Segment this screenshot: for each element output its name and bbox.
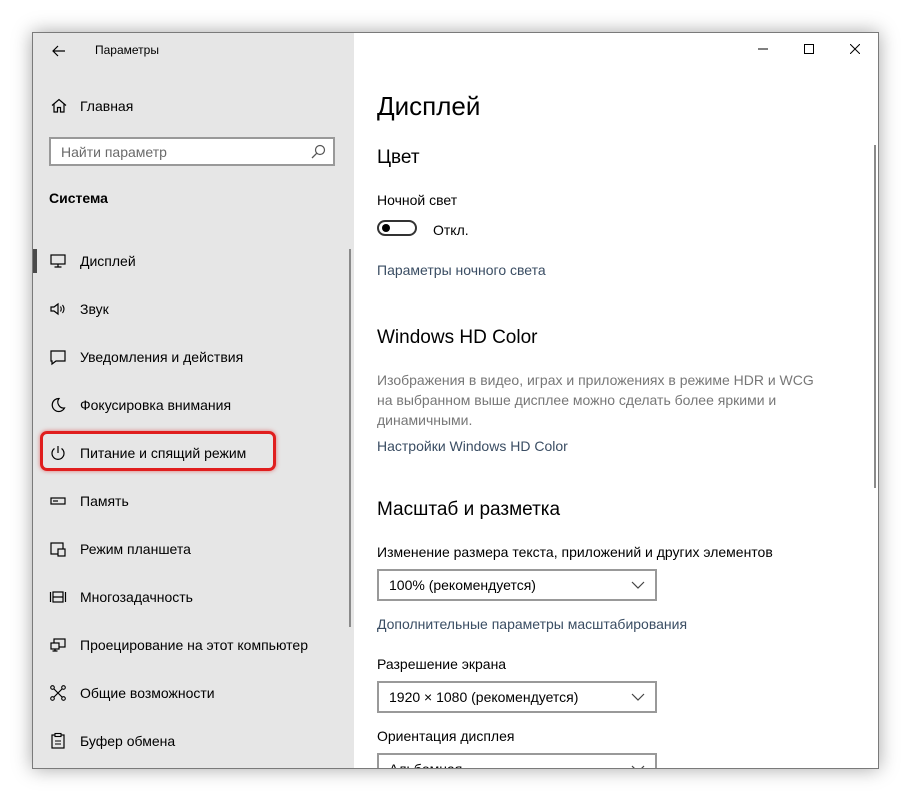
clipboard-icon	[51, 732, 65, 749]
color-heading: Цвет	[377, 147, 420, 168]
hd-color-description: Изображения в видео, играх и приложениях…	[377, 372, 814, 428]
resolution-value: 1920 × 1080 (рекомендуется)	[389, 689, 579, 705]
toggle-knob	[382, 224, 390, 232]
sidebar-item-label: Звук	[80, 301, 109, 317]
minimize-icon	[758, 48, 768, 50]
sidebar-item-storage[interactable]: Память	[33, 477, 354, 525]
sidebar-item-projecting[interactable]: Проецирование на этот компьютер	[33, 621, 354, 669]
night-light-label: Ночной свет	[377, 192, 458, 208]
resolution-dropdown[interactable]: 1920 × 1080 (рекомендуется)	[377, 681, 657, 713]
chevron-down-icon	[631, 693, 645, 701]
size-label: Изменение размера текста, приложений и д…	[377, 544, 773, 560]
home-nav-item[interactable]: Главная	[33, 93, 354, 119]
monitor-icon	[50, 254, 66, 268]
sidebar-item-display[interactable]: Дисплей	[33, 237, 354, 285]
sidebar-item-label: Режим планшета	[80, 541, 191, 557]
chevron-down-icon	[631, 765, 645, 768]
orientation-value: Альбомная	[389, 761, 463, 769]
notification-icon	[50, 350, 66, 366]
search-placeholder: Найти параметр	[61, 143, 167, 160]
close-icon	[850, 44, 860, 54]
scale-heading: Масштаб и разметка	[377, 499, 561, 520]
home-label: Главная	[80, 98, 134, 114]
sidebar-item-label: Дисплей	[80, 253, 136, 269]
search-field[interactable]: Найти параметр	[49, 137, 335, 166]
advanced-scaling-link[interactable]: Дополнительные параметры масштабирования	[377, 616, 687, 632]
sidebar-item-sound[interactable]: Звук	[33, 285, 354, 333]
maximize-button[interactable]	[786, 33, 832, 65]
sidebar-item-label: Память	[80, 493, 129, 509]
multitasking-icon	[49, 591, 67, 603]
orientation-label: Ориентация дисплея	[377, 728, 515, 744]
sidebar-item-label: Общие возможности	[80, 685, 215, 701]
maximize-icon	[804, 44, 814, 54]
highlight-annotation	[40, 431, 276, 471]
window-controls	[740, 33, 878, 65]
search-icon	[311, 144, 326, 158]
scale-dropdown[interactable]: 100% (рекомендуется)	[377, 569, 657, 601]
sidebar-item-shared-experiences[interactable]: Общие возможности	[33, 669, 354, 717]
sidebar-item-label: Проецирование на этот компьютер	[80, 637, 308, 653]
sidebar-item-multitasking[interactable]: Многозадачность	[33, 573, 354, 621]
sidebar-item-label: Многозадачность	[80, 589, 193, 605]
hd-color-heading: Windows HD Color	[377, 327, 538, 348]
sidebar-scrollbar[interactable]	[349, 249, 351, 627]
night-light-toggle[interactable]	[377, 220, 417, 236]
orientation-dropdown[interactable]: Альбомная	[377, 753, 657, 769]
sidebar-item-label: Буфер обмена	[80, 733, 176, 749]
moon-icon	[51, 397, 66, 413]
storage-icon	[50, 497, 66, 505]
chevron-down-icon	[631, 581, 645, 589]
minimize-button[interactable]	[740, 33, 786, 65]
sidebar-item-clipboard[interactable]: Буфер обмена	[33, 717, 354, 765]
resolution-label: Разрешение экрана	[377, 656, 507, 672]
close-button[interactable]	[832, 33, 878, 65]
app-title: Параметры	[95, 43, 159, 57]
page-title: Дисплей	[377, 91, 481, 121]
back-button[interactable]	[47, 39, 71, 63]
tablet-icon	[50, 542, 66, 557]
sidebar-item-focus-assist[interactable]: Фокусировка внимания	[33, 381, 354, 429]
sidebar-item-tablet-mode[interactable]: Режим планшета	[33, 525, 354, 573]
sidebar-nav: Дисплей Звук Уведомления и действия Фоку…	[33, 237, 354, 765]
section-title: Система	[49, 190, 108, 206]
projecting-icon	[50, 638, 66, 652]
main-scrollbar[interactable]	[874, 145, 876, 488]
sidebar-item-notifications[interactable]: Уведомления и действия	[33, 333, 354, 381]
back-arrow-icon	[52, 45, 65, 57]
home-icon	[51, 98, 67, 113]
sidebar: Параметры Главная Найти параметр Система…	[33, 33, 354, 768]
settings-window: Параметры Главная Найти параметр Система…	[32, 32, 879, 769]
scale-value: 100% (рекомендуется)	[389, 577, 536, 593]
shared-experiences-icon	[50, 685, 66, 701]
night-light-settings-link[interactable]: Параметры ночного света	[377, 262, 546, 278]
sidebar-item-label: Фокусировка внимания	[80, 397, 232, 413]
main-content: Дисплей Цвет Ночной свет Откл. Параметры…	[354, 33, 878, 768]
toggle-state-label: Откл.	[433, 222, 469, 238]
speaker-icon	[50, 302, 65, 316]
sidebar-item-label: Уведомления и действия	[80, 349, 244, 365]
hd-color-settings-link[interactable]: Настройки Windows HD Color	[377, 438, 568, 454]
